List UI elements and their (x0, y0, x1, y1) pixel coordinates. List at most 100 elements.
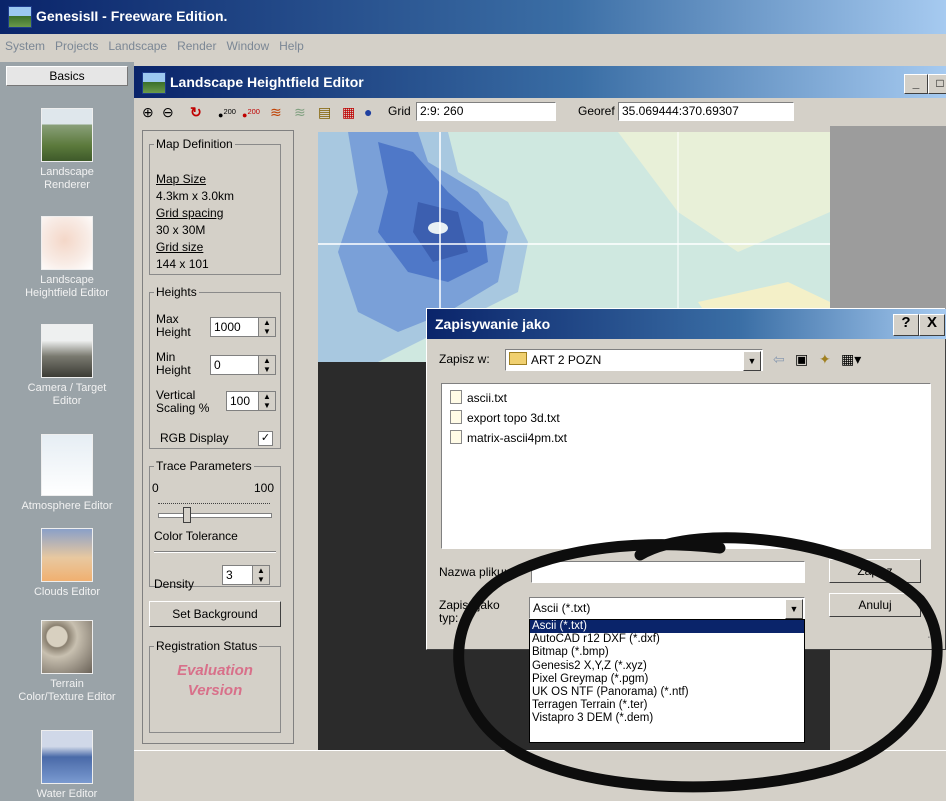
up-folder-icon[interactable]: ▣ (795, 351, 808, 368)
water-drop-icon[interactable]: ● (364, 104, 372, 120)
text-file-icon (450, 390, 462, 404)
tool-label: Clouds Editor (33, 586, 101, 598)
type-option[interactable]: Terragen Terrain (*.ter) (530, 699, 804, 712)
editor-toolbar: ⊕ ⊖ ↻ ●200 ●200 ≋ ≋ ▤ ▦ ● Grid 2:9: 260 … (134, 100, 946, 126)
tool-label: Terrain (50, 678, 84, 690)
lower-200-icon[interactable]: ●200 (242, 104, 260, 123)
save-type-value: Ascii (*.txt) (533, 601, 591, 615)
tolerance-min: 0 (152, 481, 159, 495)
version-text: Version (187, 682, 243, 699)
smooth-icon[interactable]: ≋ (270, 104, 282, 120)
tool-clouds[interactable]: Clouds Editor (0, 528, 134, 599)
type-option[interactable]: AutoCAD r12 DXF (*.dxf) (530, 633, 804, 646)
vertical-scaling-spinner[interactable]: 100 ▲ ▼ (226, 391, 276, 411)
clouds-icon (41, 528, 93, 582)
help-button[interactable]: ? (893, 314, 919, 336)
menu-system[interactable]: System (0, 34, 50, 53)
trace-parameters-group: Trace Parameters 0 100 Color Tolerance D… (149, 459, 281, 591)
map-size-label[interactable]: Map Size (156, 171, 234, 188)
heightfield-editor-icon (41, 216, 93, 270)
tool-label: Landscape (40, 166, 94, 178)
heights-group: Heights Max Height 1000 ▲ ▼ Min Height 0 … (149, 285, 281, 449)
printer-icon[interactable]: ▤ (318, 104, 331, 120)
maximize-button[interactable]: □ (928, 74, 946, 94)
chevron-down-icon[interactable]: ▼ (743, 351, 761, 371)
rgb-display-checkbox[interactable]: ✓ (258, 431, 273, 446)
tool-landscape-renderer[interactable]: Landscape Renderer (0, 108, 134, 192)
raise-200-icon[interactable]: ●200 (218, 104, 236, 123)
type-option[interactable]: Bitmap (*.bmp) (530, 646, 804, 659)
save-type-dropdown[interactable]: Ascii (*.txt) ▼ (529, 597, 805, 619)
spinner-arrows-icon[interactable]: ▲ ▼ (252, 566, 269, 584)
type-option[interactable]: Ascii (*.txt) (530, 620, 804, 634)
tool-terrain-texture[interactable]: Terrain Color/Texture Editor (0, 620, 134, 704)
file-item[interactable]: ascii.txt (450, 390, 507, 405)
cancel-button[interactable]: Anuluj (829, 593, 921, 617)
type-option[interactable]: Vistapro 3 DEM (*.dem) (530, 712, 804, 725)
grid-field[interactable]: 2:9: 260 (416, 102, 556, 121)
spinner-arrows-icon[interactable]: ▲ ▼ (258, 318, 275, 336)
menu-projects[interactable]: Projects (50, 34, 103, 53)
type-option[interactable]: Pixel Greymap (*.pgm) (530, 673, 804, 686)
grid-size-label[interactable]: Grid size (156, 239, 234, 256)
dialog-title-bar[interactable]: Zapisywanie jako ? X (427, 309, 946, 339)
zoom-out-icon[interactable]: ⊖ (162, 104, 174, 120)
georef-field[interactable]: 35.069444:370.69307 (618, 102, 794, 121)
file-item[interactable]: matrix-ascii4pm.txt (450, 430, 567, 445)
tool-heightfield-editor[interactable]: Landscape Heightfield Editor (0, 216, 134, 300)
save-type-label-2: typ: (439, 611, 459, 625)
tool-label: Landscape (40, 274, 94, 286)
save-in-dropdown[interactable]: ART 2 POZN ▼ (505, 349, 763, 371)
view-menu-icon[interactable]: ▦▾ (841, 351, 861, 368)
set-background-button[interactable]: Set Background (149, 601, 281, 627)
basics-panel: Basics Landscape Renderer Landscape Heig… (0, 62, 134, 801)
max-height-spinner[interactable]: 1000 ▲ ▼ (210, 317, 276, 337)
tolerance-slider-track[interactable] (158, 513, 272, 518)
file-list[interactable]: ascii.txt export topo 3d.txt matrix-asci… (441, 383, 931, 549)
folder-icon (509, 352, 527, 365)
file-name: ascii.txt (467, 391, 508, 405)
min-height-label-2: Height (156, 363, 191, 377)
zoom-in-icon[interactable]: ⊕ (142, 104, 154, 120)
chevron-down-icon[interactable]: ▼ (785, 599, 803, 619)
menu-window[interactable]: Window (221, 34, 274, 53)
menu-landscape[interactable]: Landscape (103, 34, 172, 53)
min-height-value: 0 (214, 358, 221, 372)
tolerance-max: 100 (253, 481, 274, 495)
tool-camera-target[interactable]: Camera / Target Editor (0, 324, 134, 408)
resize-grip-icon[interactable]: ⋰ (927, 627, 938, 640)
back-arrow-icon[interactable]: ⇦ (773, 351, 785, 368)
filename-input[interactable] (531, 561, 805, 583)
tolerance-slider-thumb[interactable] (183, 507, 191, 523)
workspace-background (830, 126, 946, 316)
grid-spacing-label[interactable]: Grid spacing (156, 205, 234, 222)
spinner-arrows-icon[interactable]: ▲ ▼ (258, 392, 275, 410)
save-type-options-list[interactable]: Ascii (*.txt) AutoCAD r12 DXF (*.dxf) Bi… (529, 619, 805, 743)
registration-status-legend: Registration Status (156, 639, 258, 653)
minimize-button[interactable]: _ (904, 74, 928, 94)
basics-header[interactable]: Basics (6, 66, 128, 86)
registration-status-group: Registration Status Evaluation Version (149, 639, 281, 733)
file-item[interactable]: export topo 3d.txt (450, 410, 560, 425)
save-in-value: ART 2 POZN (531, 353, 602, 367)
tool-atmosphere[interactable]: Atmosphere Editor (0, 434, 134, 513)
terrain-texture-icon (41, 620, 93, 674)
menu-help[interactable]: Help (274, 34, 309, 53)
density-spinner[interactable]: 3 ▲ ▼ (222, 565, 270, 585)
save-button[interactable]: Zapisz (829, 559, 921, 583)
spinner-arrows-icon[interactable]: ▲ ▼ (258, 356, 275, 374)
min-height-spinner[interactable]: 0 ▲ ▼ (210, 355, 276, 375)
editor-title-bar[interactable]: Landscape Heightfield Editor _ □ (134, 66, 946, 98)
dialog-close-button[interactable]: X (919, 314, 945, 336)
type-option[interactable]: Genesis2 X,Y,Z (*.xyz) (530, 660, 804, 673)
flatten-icon[interactable]: ≋ (294, 104, 306, 120)
new-folder-icon[interactable]: ✦ (819, 351, 831, 368)
menu-render[interactable]: Render (172, 34, 221, 53)
file-name: export topo 3d.txt (467, 411, 560, 425)
tool-water[interactable]: Water Editor (0, 730, 134, 801)
reset-icon[interactable]: ↻ (190, 104, 202, 120)
file-name: matrix-ascii4pm.txt (467, 431, 568, 445)
vertical-scaling-value: 100 (230, 394, 251, 408)
type-option[interactable]: UK OS NTF (Panorama) (*.ntf) (530, 686, 804, 699)
trace-icon[interactable]: ▦ (342, 104, 355, 120)
